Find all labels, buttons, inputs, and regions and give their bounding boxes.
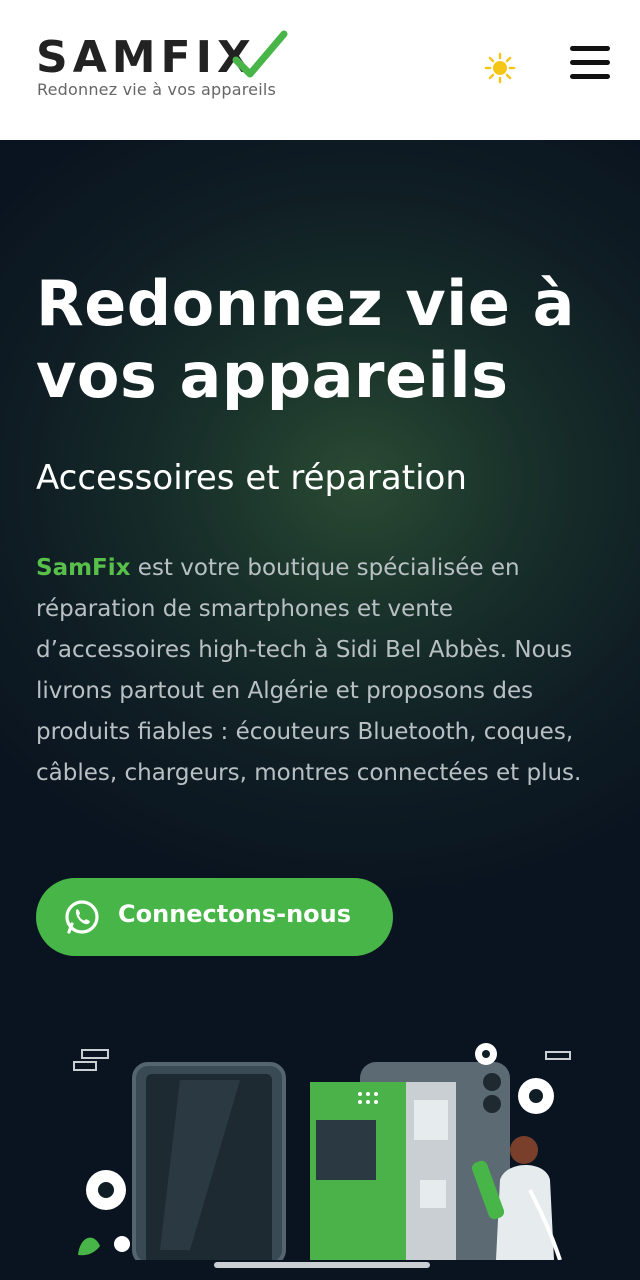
phone-repair-illustration bbox=[73, 1043, 571, 1260]
brand-name: SamFix bbox=[36, 555, 131, 581]
hamburger-menu-icon[interactable] bbox=[570, 46, 610, 82]
hero-subtitle: Accessoires et réparation bbox=[36, 458, 467, 498]
cta-label: Connectons-nous bbox=[118, 900, 352, 928]
sun-icon[interactable] bbox=[484, 52, 516, 84]
menu-bar bbox=[570, 74, 610, 79]
menu-bar bbox=[570, 60, 610, 65]
hero-description-text: est votre boutique spécialisée en répara… bbox=[36, 555, 582, 786]
site-header: SAMFIX Redonnez vie à vos appareils bbox=[0, 0, 640, 141]
logo[interactable]: SAMFIX bbox=[36, 34, 256, 82]
home-indicator[interactable] bbox=[214, 1262, 430, 1268]
logo-check-icon bbox=[232, 30, 288, 78]
hero-description: SamFix est votre boutique spécialisée en… bbox=[36, 548, 611, 794]
whatsapp-connect-button[interactable]: Connectons-nous bbox=[36, 878, 393, 956]
menu-bar bbox=[570, 46, 610, 51]
whatsapp-icon bbox=[65, 900, 99, 934]
hero-title: Redonnez vie à vos appareils bbox=[36, 267, 575, 412]
logo-tagline: Redonnez vie à vos appareils bbox=[37, 80, 277, 99]
hero-section: Redonnez vie à vos appareils Accessoires… bbox=[0, 140, 640, 1280]
